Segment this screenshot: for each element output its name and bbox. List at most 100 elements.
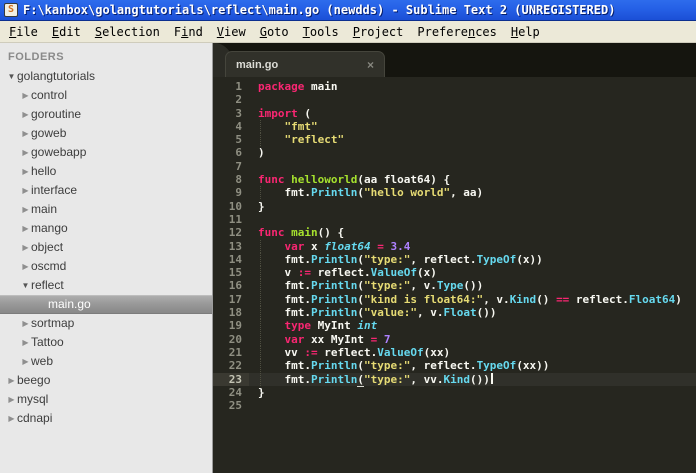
sidebar-item-sortmap[interactable]: ▶ sortmap (0, 314, 212, 333)
collapsed-arrow-icon[interactable]: ▶ (20, 333, 31, 352)
indent-guide (260, 332, 284, 346)
code-line[interactable]: 6) (213, 146, 696, 159)
menu-file[interactable]: File (2, 22, 45, 42)
sidebar-item-main[interactable]: ▶ main (0, 200, 212, 219)
code-line[interactable]: 3 import ( (213, 107, 696, 120)
code-token: Println (310, 359, 358, 373)
sidebar-item-tattoo[interactable]: ▶ Tattoo (0, 333, 212, 352)
code-text: package main (249, 80, 337, 93)
menu-tools[interactable]: Tools (296, 22, 346, 42)
sidebar-item-hello[interactable]: ▶ hello (0, 162, 212, 181)
sidebar-item-goroutine[interactable]: ▶ goroutine (0, 105, 212, 124)
collapsed-arrow-icon[interactable]: ▶ (20, 238, 31, 257)
sidebar-item-web[interactable]: ▶ web (0, 352, 212, 371)
sidebar-item-cdnapi[interactable]: ▶ cdnapi (0, 409, 212, 428)
code-token: (xx)) (516, 359, 550, 373)
sidebar-item-oscmd[interactable]: ▶ oscmd (0, 257, 212, 276)
code-line[interactable]: 5 "reflect" (213, 133, 696, 147)
line-number: 20 (228, 332, 242, 346)
code-line[interactable]: 7 (213, 160, 696, 173)
code-line[interactable]: 15 v := reflect.ValueOf(x) (213, 266, 696, 280)
code-token: func (258, 173, 285, 187)
code-line[interactable]: 24} (213, 386, 696, 399)
sidebar-item-mango[interactable]: ▶ mango (0, 219, 212, 238)
code-line[interactable]: 23 fmt.Println("type:", vv.Kind()) (213, 372, 696, 387)
indent-guide (260, 119, 284, 133)
menu-goto[interactable]: Goto (253, 22, 296, 42)
code-line[interactable]: 20 var xx MyInt = 7 (213, 332, 696, 346)
line-number: 23 (213, 372, 249, 386)
collapsed-arrow-icon[interactable]: ▶ (20, 314, 31, 333)
expanded-arrow-icon[interactable]: ▼ (20, 276, 31, 295)
sidebar-item-reflect[interactable]: ▼ reflect (0, 276, 212, 295)
code-text: fmt.Println("type:", reflect.TypeOf(xx)) (249, 359, 550, 373)
code-line[interactable]: 2 (213, 93, 696, 106)
sidebar-item-mysql[interactable]: ▶ mysql (0, 390, 212, 409)
sidebar-item-control[interactable]: ▶ control (0, 86, 212, 105)
collapsed-arrow-icon[interactable]: ▶ (20, 143, 31, 162)
collapsed-arrow-icon[interactable]: ▶ (20, 105, 31, 124)
code-line[interactable]: 25 (213, 399, 696, 412)
code-line[interactable]: 1 package main (213, 80, 696, 93)
line-number: 1 (235, 80, 242, 93)
menu-preferences[interactable]: Preferences (410, 22, 504, 42)
collapsed-arrow-icon[interactable]: ▶ (6, 371, 17, 390)
menu-edit[interactable]: Edit (45, 22, 88, 42)
collapsed-arrow-icon[interactable]: ▶ (6, 390, 17, 409)
sidebar-item-object[interactable]: ▶ object (0, 238, 212, 257)
sidebar-item-gowebapp[interactable]: ▶ gowebapp (0, 143, 212, 162)
line-number: 2 (235, 93, 242, 107)
code-line[interactable]: 13 var x float64 = 3.4 (213, 239, 696, 253)
sidebar-item-golangtutorials[interactable]: ▼ golangtutorials (0, 67, 212, 86)
code-line[interactable]: 14 fmt.Println("type:", reflect.TypeOf(x)… (213, 252, 696, 266)
collapsed-arrow-icon[interactable]: ▶ (20, 162, 31, 181)
close-icon[interactable]: × (367, 59, 374, 71)
code-line[interactable]: 16 fmt.Println("type:", v.Type()) (213, 279, 696, 293)
indent-guide (260, 133, 284, 147)
menu-find[interactable]: Find (167, 22, 210, 42)
code-token: ( (357, 359, 364, 373)
code-line[interactable]: 21 vv := reflect.ValueOf(xx) (213, 345, 696, 359)
code-line[interactable]: 8 func helloworld(aa float64) { (213, 173, 696, 186)
indent-guide (260, 252, 284, 266)
code-line[interactable]: 9 fmt.Println("hello world", aa) (213, 186, 696, 200)
collapsed-arrow-icon[interactable]: ▶ (20, 200, 31, 219)
code-text: fmt.Println("value:", v.Float()) (249, 306, 496, 320)
code-token: var (284, 332, 305, 346)
sidebar-folders[interactable]: FOLDERS ▼ golangtutorials ▶ control ▶ gorouti… (0, 43, 213, 473)
collapsed-arrow-icon[interactable]: ▶ (20, 124, 31, 143)
sidebar-item-label: gowebapp (31, 145, 87, 159)
code-line[interactable]: 17 fmt.Println("kind is float64:", v.Kind… (213, 292, 696, 306)
expanded-arrow-icon[interactable]: ▼ (6, 67, 17, 86)
menu-selection[interactable]: Selection (88, 22, 167, 42)
collapsed-arrow-icon[interactable]: ▶ (20, 219, 31, 238)
sidebar-item-interface[interactable]: ▶ interface (0, 181, 212, 200)
code-line[interactable]: 4 "fmt" (213, 119, 696, 133)
menu-view[interactable]: View (210, 22, 253, 42)
collapsed-arrow-icon[interactable]: ▶ (20, 352, 31, 371)
code-token: Kind (509, 292, 537, 306)
collapsed-arrow-icon[interactable]: ▶ (6, 409, 17, 428)
sidebar-item-goweb[interactable]: ▶ goweb (0, 124, 212, 143)
code-line[interactable]: 11 (213, 213, 696, 226)
code-line[interactable]: 19 type MyInt int (213, 319, 696, 333)
code-line[interactable]: 22 fmt.Println("type:", reflect.TypeOf(xx… (213, 359, 696, 373)
code-token: == (556, 292, 570, 306)
code-line[interactable]: 12 func main() { (213, 226, 696, 239)
menu-help[interactable]: Help (504, 22, 547, 42)
collapsed-arrow-icon[interactable]: ▶ (20, 181, 31, 200)
code-line[interactable]: 18 fmt.Println("value:", v.Float()) (213, 306, 696, 320)
sidebar-item-beego[interactable]: ▶ beego (0, 371, 212, 390)
code-editor[interactable]: 1 package main 2 3 import (4 "fmt" 5 "reflect" 6… (213, 77, 696, 412)
indent-guide (260, 186, 284, 200)
code-token: xx MyInt (304, 332, 371, 346)
menu-project[interactable]: Project (346, 22, 411, 42)
code-line[interactable]: 10} (213, 200, 696, 213)
code-token: fmt. (284, 186, 311, 200)
collapsed-arrow-icon[interactable]: ▶ (20, 86, 31, 105)
code-token: "reflect" (284, 133, 345, 147)
tab-main-go[interactable]: main.go × (225, 51, 385, 77)
sidebar-item-main-go[interactable]: main.go (0, 295, 212, 314)
code-token: main (291, 226, 318, 240)
collapsed-arrow-icon[interactable]: ▶ (20, 257, 31, 276)
